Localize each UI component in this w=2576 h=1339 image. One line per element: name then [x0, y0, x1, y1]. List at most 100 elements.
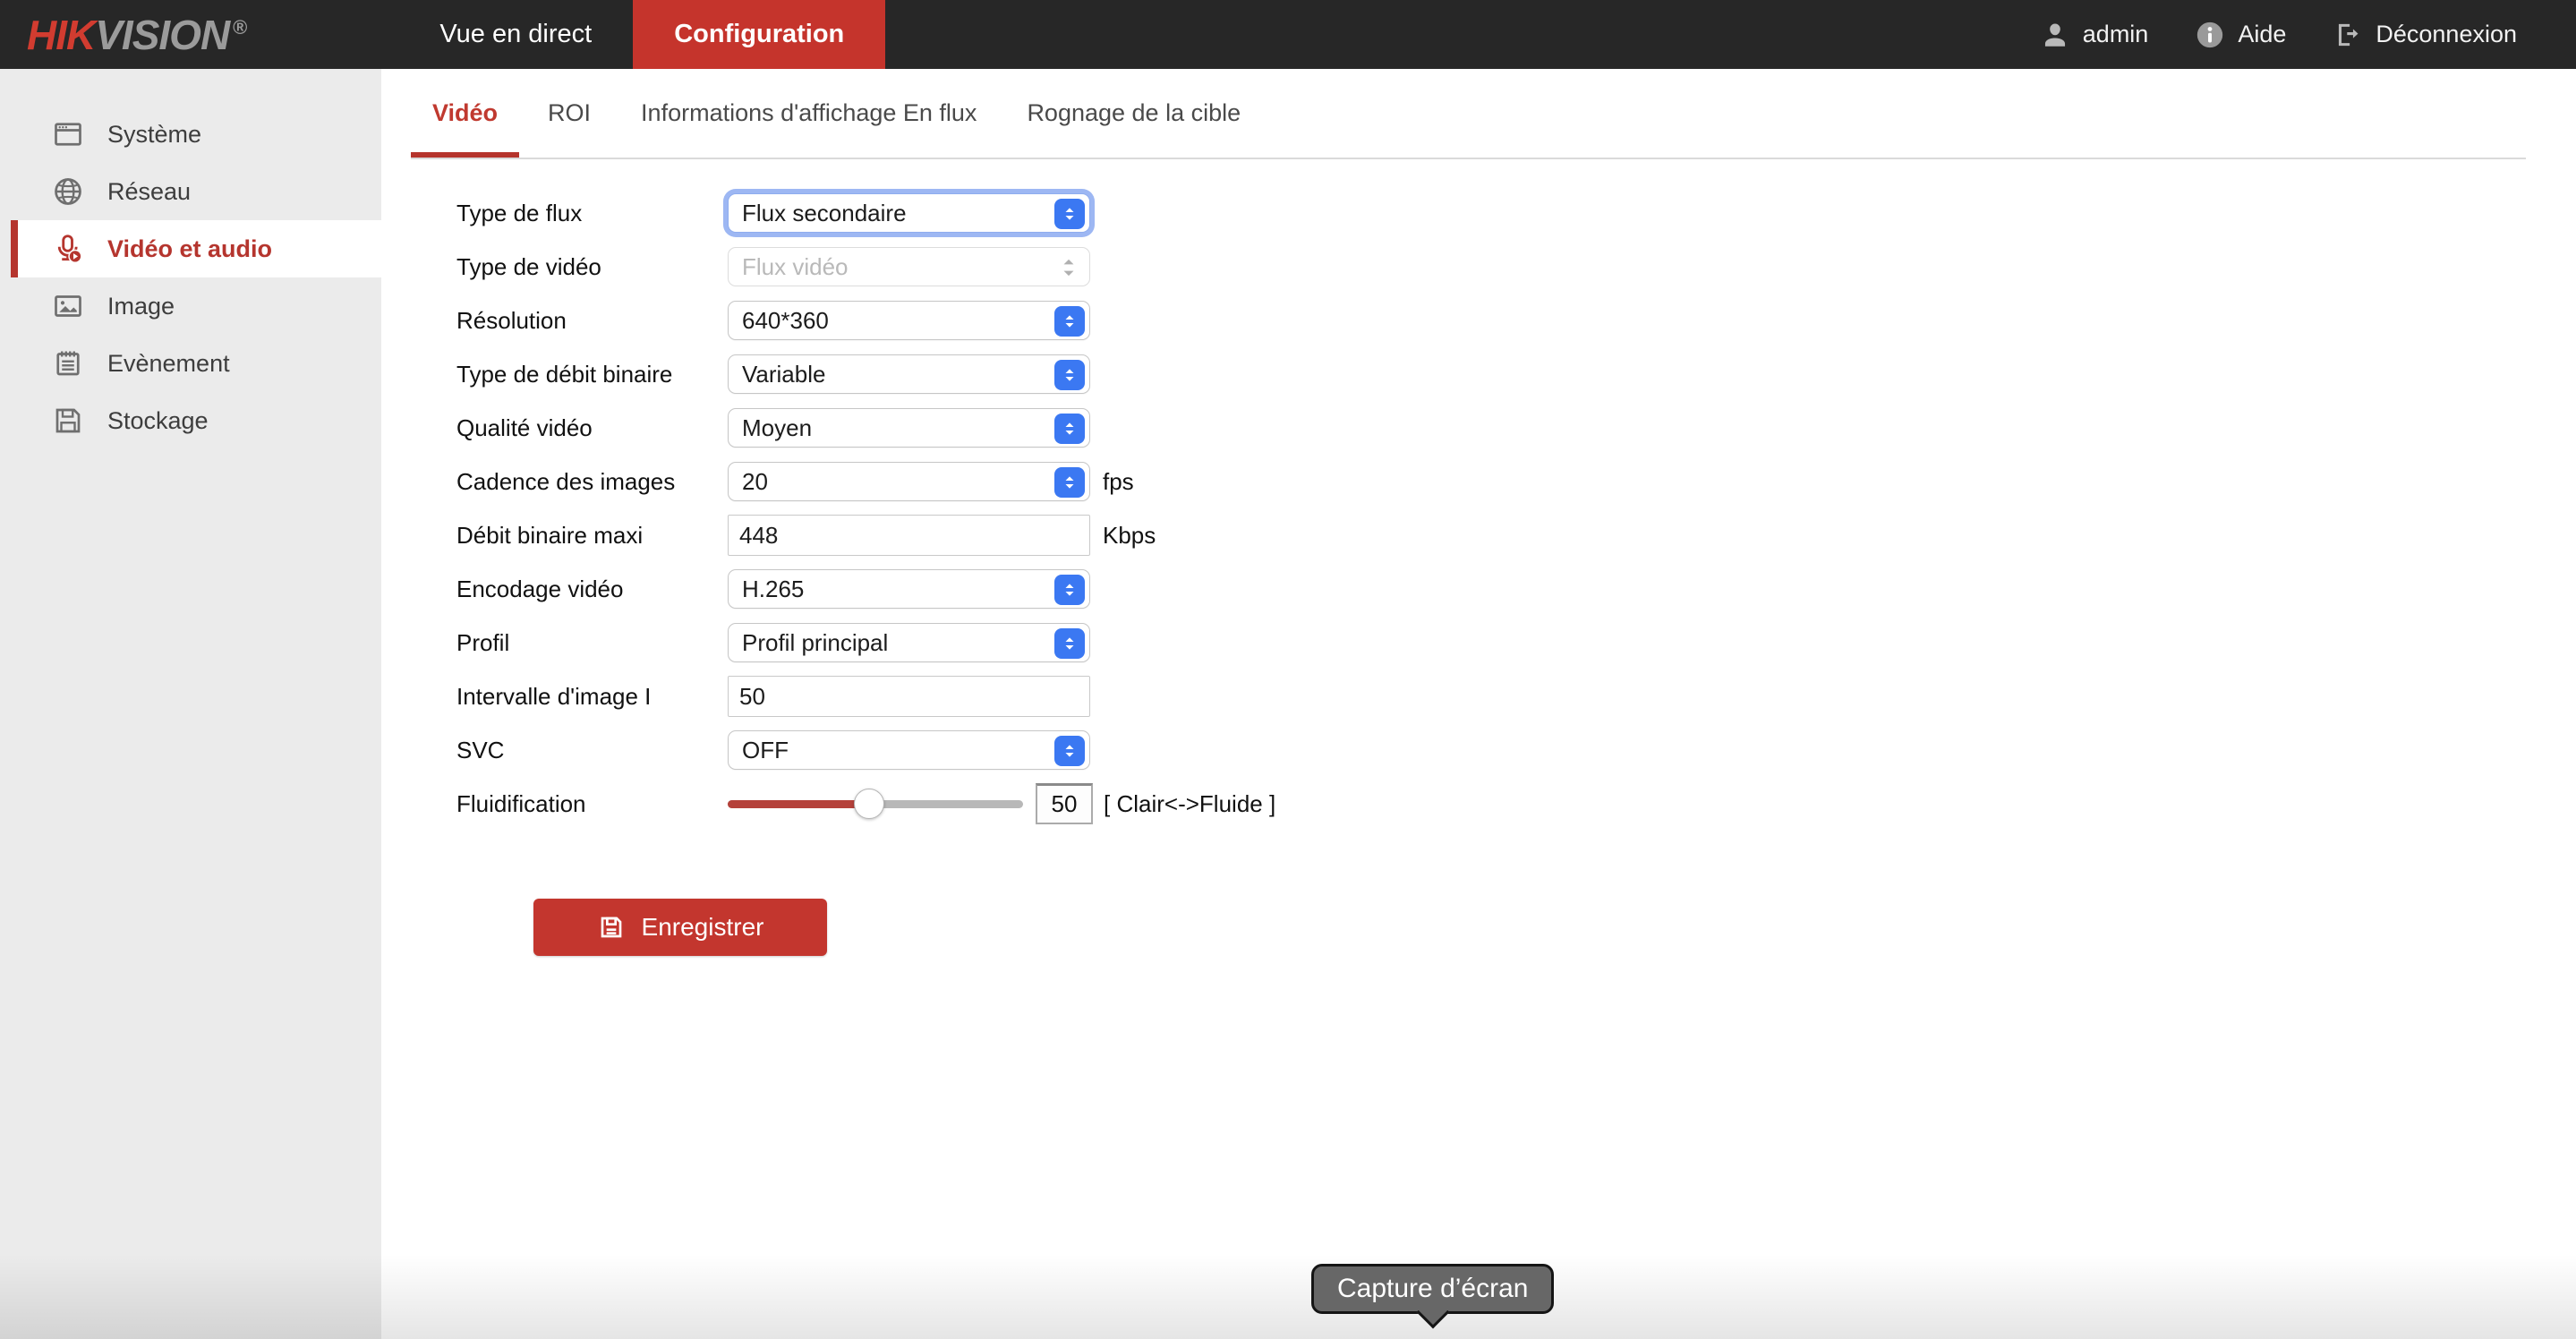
registered-mark: ® — [233, 16, 247, 39]
field-label: Profil — [456, 628, 510, 656]
profile-select[interactable]: Profil principal — [728, 623, 1090, 662]
field-label: Intervalle d'image I — [456, 682, 652, 710]
video-type-select: Flux vidéo — [728, 247, 1090, 286]
top-bar: HIKVISION ® Vue en direct Configuration a… — [0, 0, 2576, 69]
save-button-label: Enregistrer — [641, 913, 764, 941]
sidebar-item-label: Vidéo et audio — [107, 235, 273, 262]
select-stepper-icon — [1054, 199, 1085, 229]
sidebar-item-image[interactable]: Image — [0, 277, 381, 335]
hikvision-logo: HIKVISION ® — [27, 11, 247, 59]
video-settings-form: Type de flux Flux secondaire Type de vid… — [381, 186, 2576, 956]
form-row-frame-rate: Cadence des images 20 fps — [456, 455, 2576, 508]
top-right-menu: admin Aide Déconnexion — [1993, 20, 2517, 50]
select-stepper-icon — [1054, 467, 1085, 498]
field-label: Type de vidéo — [456, 252, 601, 280]
sidebar-item-label: Système — [107, 120, 202, 148]
sidebar-item-reseau[interactable]: Réseau — [0, 163, 381, 220]
form-row-video-encoding: Encodage vidéo H.265 — [456, 562, 2576, 616]
form-row-max-bitrate: Débit binaire maxi Kbps — [456, 508, 2576, 562]
form-row-smoothing: Fluidification [ Clair<->Fluide ] — [456, 777, 2576, 831]
smoothing-slider[interactable] — [728, 784, 1023, 823]
info-icon — [2197, 21, 2223, 47]
select-value: Flux secondaire — [742, 199, 907, 226]
user-icon — [2044, 23, 2065, 47]
form-row-svc: SVC OFF — [456, 723, 2576, 777]
unit-kbps: Kbps — [1103, 521, 1156, 549]
content-tabs: Vidéo ROI Informations d'affichage En fl… — [411, 69, 2526, 159]
form-row-bitrate-type: Type de débit binaire Variable — [456, 347, 2576, 401]
save-icon — [601, 917, 621, 938]
field-label: Qualité vidéo — [456, 414, 593, 441]
frame-rate-select[interactable]: 20 — [728, 462, 1090, 501]
window-icon — [55, 123, 81, 146]
max-bitrate-input[interactable] — [728, 515, 1090, 556]
main-content: Vidéo ROI Informations d'affichage En fl… — [381, 69, 2576, 1339]
sidebar-item-stockage[interactable]: Stockage — [0, 392, 381, 449]
select-value: 20 — [742, 467, 768, 495]
field-label: Type de débit binaire — [456, 360, 673, 388]
sidebar-item-label: Image — [107, 292, 175, 320]
logout-label: Déconnexion — [2376, 21, 2517, 47]
select-stepper-icon — [1054, 360, 1085, 390]
select-value: Variable — [742, 360, 826, 388]
tab-live-view[interactable]: Vue en direct — [398, 0, 633, 69]
smoothing-value-input[interactable] — [1036, 783, 1093, 824]
tooltip-box: Capture d’écran — [1311, 1264, 1555, 1329]
select-stepper-icon — [1054, 414, 1085, 444]
bitrate-type-select[interactable]: Variable — [728, 354, 1090, 394]
logo-hik: HIK — [27, 11, 96, 58]
select-stepper-icon — [1054, 628, 1085, 659]
user-menu[interactable]: admin — [2040, 20, 2148, 50]
sidebar-item-evenement[interactable]: Evènement — [0, 335, 381, 392]
tab-video[interactable]: Vidéo — [411, 69, 520, 158]
sidebar-item-video-audio[interactable]: Vidéo et audio — [11, 220, 381, 277]
globe-icon — [55, 178, 81, 205]
smoothing-range-hint: [ Clair<->Fluide ] — [1104, 789, 1276, 817]
tab-configuration[interactable]: Configuration — [633, 0, 886, 69]
slider-handle[interactable] — [854, 789, 885, 819]
chevron-updown-icon — [1063, 259, 1074, 277]
sidebar-item-systeme[interactable]: Système — [0, 106, 381, 163]
field-label: Résolution — [456, 306, 567, 334]
select-value: OFF — [742, 736, 789, 763]
select-stepper-icon — [1054, 306, 1085, 337]
field-label: Cadence des images — [456, 467, 676, 495]
smoothing-control: [ Clair<->Fluide ] — [728, 783, 1275, 824]
iframe-interval-input[interactable] — [728, 676, 1090, 717]
select-value: Moyen — [742, 414, 813, 441]
video-quality-select[interactable]: Moyen — [728, 408, 1090, 448]
slider-track[interactable] — [728, 789, 1023, 819]
picture-icon — [55, 295, 81, 317]
form-row-stream-type: Type de flux Flux secondaire — [456, 186, 2576, 240]
logout-icon — [2339, 23, 2358, 46]
tab-stream-osd-info[interactable]: Informations d'affichage En flux — [619, 69, 998, 158]
sidebar-item-label: Evènement — [107, 349, 230, 377]
form-row-resolution: Résolution 640*360 — [456, 294, 2576, 347]
event-note-icon — [56, 351, 80, 376]
tab-roi[interactable]: ROI — [526, 69, 612, 158]
tab-target-cropping[interactable]: Rognage de la cible — [1005, 69, 1262, 158]
logo-vision: VISION — [95, 11, 230, 58]
stream-type-select[interactable]: Flux secondaire — [728, 193, 1090, 233]
select-value: H.265 — [742, 575, 805, 602]
unit-fps: fps — [1103, 467, 1134, 495]
select-value: Flux vidéo — [742, 252, 849, 280]
slider-fill — [728, 789, 885, 819]
floppy-disk-icon — [55, 408, 81, 433]
save-button[interactable]: Enregistrer — [533, 899, 827, 956]
select-value: Profil principal — [742, 628, 889, 656]
sidebar: Système Réseau Vidéo et audio Image Evèn… — [0, 69, 381, 1339]
svc-select[interactable]: OFF — [728, 730, 1090, 770]
resolution-select[interactable]: 640*360 — [728, 301, 1090, 340]
select-stepper-icon — [1054, 736, 1085, 766]
field-label: Fluidification — [456, 789, 586, 817]
form-row-profile: Profil Profil principal — [456, 616, 2576, 670]
top-navigation: Vue en direct Configuration — [398, 0, 886, 69]
field-label: Type de flux — [456, 199, 583, 226]
video-encoding-select[interactable]: H.265 — [728, 569, 1090, 609]
select-value: 640*360 — [742, 306, 829, 334]
screenshot-tooltip: Capture d’écran — [1311, 1264, 1555, 1329]
sidebar-item-label: Réseau — [107, 177, 192, 205]
logout-menu[interactable]: Déconnexion — [2333, 20, 2517, 50]
help-menu[interactable]: Aide — [2195, 20, 2286, 50]
